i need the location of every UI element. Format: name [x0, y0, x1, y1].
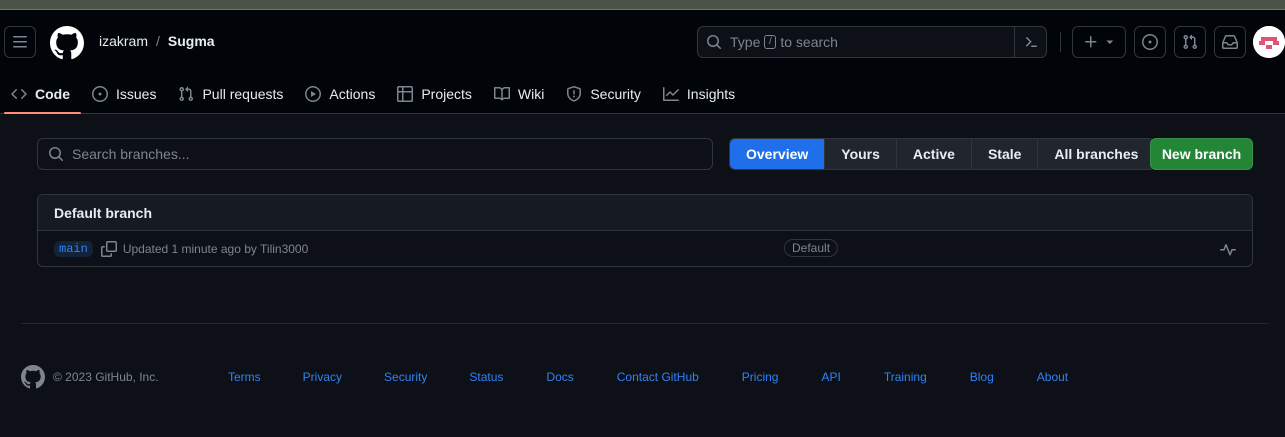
- branch-filter-tabs: Overview Yours Active Stale All branches: [729, 138, 1156, 170]
- header-divider: [1060, 32, 1061, 52]
- footer-link-security[interactable]: Security: [384, 370, 427, 384]
- filter-overview[interactable]: Overview: [730, 139, 826, 169]
- branch-search-input[interactable]: [72, 146, 672, 162]
- book-icon: [493, 86, 510, 101]
- user-avatar[interactable]: [1253, 26, 1285, 58]
- filter-all-branches[interactable]: All branches: [1038, 139, 1155, 169]
- branch-updated-text: Updated 1 minute ago by Tilin3000: [122, 242, 309, 256]
- triangle-down-icon: [1106, 40, 1114, 44]
- code-icon: [11, 88, 27, 100]
- tab-insights[interactable]: Insights: [652, 76, 746, 112]
- default-badge: Default: [784, 239, 839, 257]
- footer-link-contact-github[interactable]: Contact GitHub: [617, 370, 699, 384]
- git-pull-request-icon: [1183, 34, 1198, 50]
- global-header: izakram / Sugma Type / to search Code Is…: [0, 10, 1285, 114]
- window-top-strip: [0, 0, 1285, 10]
- tab-label: Code: [35, 86, 70, 102]
- repo-name-link[interactable]: Sugma: [168, 33, 215, 49]
- search-placeholder-prefix: Type: [730, 34, 761, 50]
- issue-opened-icon: [1142, 34, 1158, 50]
- copy-button[interactable]: [100, 241, 117, 257]
- terminal-icon: [1025, 37, 1037, 47]
- tab-issues[interactable]: Issues: [81, 76, 167, 112]
- search-icon: [707, 35, 722, 50]
- filter-yours[interactable]: Yours: [825, 139, 897, 169]
- shield-icon: [567, 86, 582, 102]
- branch-search-field[interactable]: [37, 138, 713, 170]
- footer-link-about[interactable]: About: [1037, 370, 1068, 384]
- new-branch-button[interactable]: New branch: [1150, 138, 1253, 170]
- activity-button[interactable]: [1220, 242, 1236, 261]
- table-icon: [397, 86, 414, 102]
- filter-active[interactable]: Active: [896, 139, 972, 169]
- issue-icon: [92, 86, 108, 102]
- default-branch-box: Default branch main Updated 1 minute ago…: [37, 194, 1253, 267]
- breadcrumb-separator: /: [156, 33, 160, 49]
- tab-label: Pull requests: [202, 86, 284, 102]
- tab-projects[interactable]: Projects: [386, 76, 483, 112]
- branch-name-link[interactable]: main: [54, 241, 93, 257]
- identicon-avatar-icon: [1253, 26, 1285, 58]
- github-logo-icon[interactable]: [50, 26, 84, 60]
- repo-nav-tabs: Code Issues Pull requests Actions Projec…: [0, 76, 746, 114]
- footer: © 2023 GitHub, Inc.: [21, 365, 159, 389]
- create-new-button[interactable]: [1072, 26, 1126, 58]
- footer-links: Terms Privacy Security Status Docs Conta…: [228, 370, 1068, 384]
- footer-link-api[interactable]: API: [821, 370, 840, 384]
- search-icon: [49, 147, 64, 162]
- footer-link-pricing[interactable]: Pricing: [742, 370, 779, 384]
- repo-owner-link[interactable]: izakram: [99, 33, 148, 49]
- search-placeholder: Type / to search: [730, 34, 838, 50]
- graph-icon: [662, 87, 679, 101]
- tab-label: Insights: [686, 86, 736, 102]
- copy-icon: [100, 241, 117, 257]
- copyright-text: © 2023 GitHub, Inc.: [53, 370, 159, 384]
- play-icon: [305, 86, 322, 102]
- tab-label: Security: [590, 86, 641, 102]
- search-placeholder-suffix: to search: [780, 34, 838, 50]
- tab-label: Projects: [421, 86, 472, 102]
- footer-link-docs[interactable]: Docs: [546, 370, 573, 384]
- search-shortcut-key: /: [764, 35, 777, 49]
- footer-divider: [21, 323, 1269, 324]
- footer-link-blog[interactable]: Blog: [970, 370, 994, 384]
- pulse-icon: [1220, 244, 1236, 256]
- footer-link-status[interactable]: Status: [469, 370, 503, 384]
- inbox-icon: [1222, 35, 1238, 49]
- notifications-button[interactable]: [1214, 26, 1246, 58]
- footer-link-terms[interactable]: Terms: [228, 370, 261, 384]
- pull-requests-button[interactable]: [1174, 26, 1206, 58]
- menu-button[interactable]: [4, 26, 36, 58]
- github-mark-icon[interactable]: [21, 365, 45, 389]
- tab-label: Issues: [116, 86, 157, 102]
- breadcrumb: izakram / Sugma: [99, 33, 215, 49]
- default-branch-heading: Default branch: [38, 195, 1252, 231]
- tab-code[interactable]: Code: [0, 76, 81, 114]
- plus-icon: [1085, 36, 1097, 48]
- footer-link-training[interactable]: Training: [884, 370, 927, 384]
- issues-button[interactable]: [1134, 26, 1166, 58]
- branch-row: main Updated 1 minute ago by Tilin3000 D…: [38, 231, 1252, 266]
- tab-label: Wiki: [517, 86, 545, 102]
- hamburger-icon: [13, 36, 27, 48]
- command-palette-button[interactable]: [1014, 27, 1046, 57]
- pull-request-icon: [179, 86, 194, 102]
- tab-label: Actions: [329, 86, 376, 102]
- tab-actions[interactable]: Actions: [294, 76, 386, 112]
- tab-security[interactable]: Security: [555, 76, 652, 112]
- footer-link-privacy[interactable]: Privacy: [303, 370, 342, 384]
- tab-wiki[interactable]: Wiki: [483, 76, 555, 112]
- global-search-input[interactable]: Type / to search: [697, 26, 1047, 58]
- filter-stale[interactable]: Stale: [971, 139, 1039, 169]
- tab-pull-requests[interactable]: Pull requests: [167, 76, 294, 112]
